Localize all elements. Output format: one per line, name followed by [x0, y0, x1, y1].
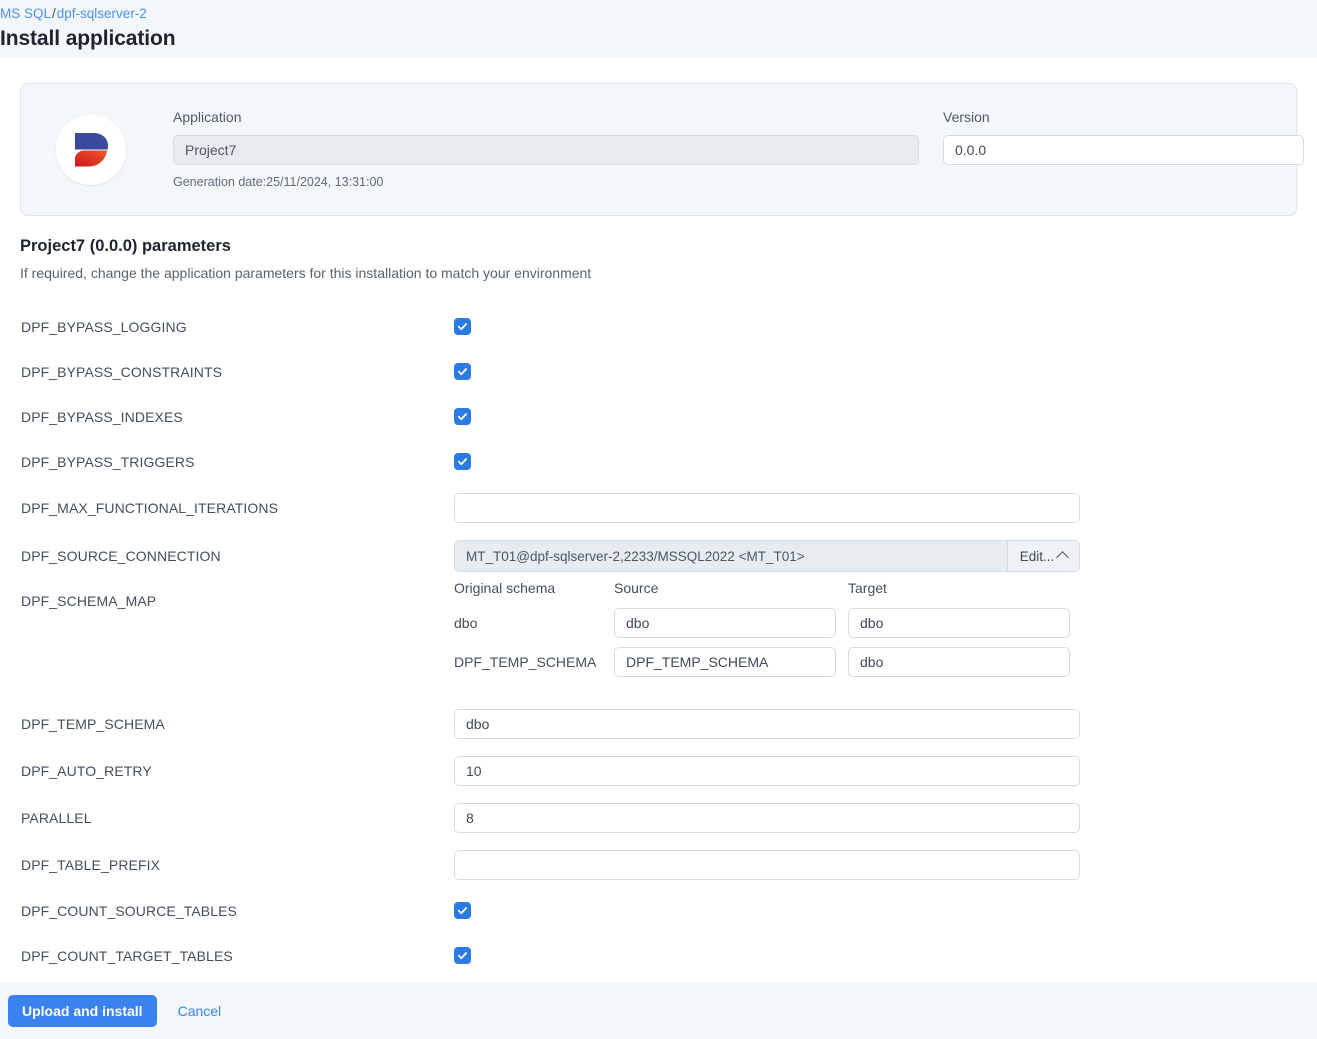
schema-map-original-value: DPF_TEMP_SCHEMA: [454, 654, 597, 670]
schema-map-target-input[interactable]: [848, 647, 1070, 677]
checkbox-dpf-bypass-constraints[interactable]: [454, 363, 471, 380]
parameter-control: [454, 708, 1317, 739]
schema-map-col-target: Target: [848, 580, 887, 596]
schema-map-col-source: Source: [614, 580, 659, 596]
parameter-list: DPF_BYPASS_LOGGING DPF_BYPASS_CONSTRAINT…: [0, 304, 1317, 978]
checkbox-dpf-count-source-tables[interactable]: [454, 902, 471, 919]
content-panel: Application Generation date:25/11/2024, …: [0, 58, 1317, 983]
parameter-label: DPF_AUTO_RETRY: [21, 762, 152, 779]
cancel-button[interactable]: Cancel: [178, 1003, 222, 1019]
footer-action-bar: Upload and install Cancel: [0, 983, 1317, 1039]
application-card: Application Generation date:25/11/2024, …: [20, 83, 1304, 216]
application-input: [173, 135, 919, 165]
parameter-row: DPF_AUTO_RETRY: [0, 747, 1317, 794]
application-label: Application: [173, 109, 242, 125]
generation-date: Generation date:25/11/2024, 13:31:00: [173, 175, 384, 189]
source-connection-value: MT_T01@dpf-sqlserver-2,2233/MSSQL2022 <M…: [455, 541, 1007, 571]
parameter-control: [454, 408, 1317, 425]
parameter-label: DPF_BYPASS_LOGGING: [21, 318, 187, 335]
parameter-label: DPF_MAX_FUNCTIONAL_ITERATIONS: [21, 500, 279, 516]
parameter-row: DPF_BYPASS_INDEXES: [0, 394, 1317, 439]
parameter-control: [454, 493, 1317, 523]
chevron-up-icon: [1056, 551, 1070, 564]
application-card-fields: Application Generation date:25/11/2024, …: [173, 109, 1304, 190]
schema-map-col-original: Original schema: [454, 580, 556, 596]
upload-and-install-button[interactable]: Upload and install: [8, 995, 157, 1027]
parameter-row: DPF_SOURCE_CONNECTION MT_T01@dpf-sqlserv…: [0, 532, 1317, 580]
parameter-row: DPF_MAX_FUNCTIONAL_ITERATIONS: [0, 484, 1317, 532]
schema-map-row: DPF_TEMP_SCHEMA: [454, 647, 1078, 677]
checkbox-dpf-bypass-logging[interactable]: [454, 318, 471, 335]
breadcrumb-link-current[interactable]: dpf-sqlserver-2: [57, 6, 147, 21]
schema-map-source-input[interactable]: [614, 647, 836, 677]
schema-map-row: dbo: [454, 608, 1078, 638]
parameter-row: DPF_COUNT_TARGET_TABLES: [0, 933, 1317, 978]
parameter-control: [454, 902, 1317, 919]
schema-map-source-cell: [614, 647, 848, 677]
schema-map-target-cell: [848, 647, 1078, 677]
parameter-control: [454, 755, 1317, 786]
schema-map-target-input[interactable]: [848, 608, 1070, 638]
parameter-control: [454, 453, 1317, 470]
breadcrumb-link-root[interactable]: MS SQL: [0, 6, 51, 21]
schema-map-source-input[interactable]: [614, 608, 836, 638]
page-title: Install application: [0, 27, 176, 50]
input-dpf-auto-retry[interactable]: [454, 755, 1080, 786]
parameter-row: PARALLEL: [0, 794, 1317, 841]
parameters-heading: Project7 (0.0.0) parameters If required,…: [20, 236, 1317, 282]
parameter-label: DPF_BYPASS_CONSTRAINTS: [21, 363, 223, 380]
parameter-label: DPF_SCHEMA_MAP: [21, 593, 157, 609]
schema-map-target-cell: [848, 608, 1078, 638]
parameters-subtitle: If required, change the application para…: [20, 265, 592, 281]
schema-map-source-cell: [614, 608, 848, 638]
input-dpf-max-functional-iterations[interactable]: [454, 493, 1080, 523]
checkbox-dpf-bypass-indexes[interactable]: [454, 408, 471, 425]
parameter-row: DPF_TEMP_SCHEMA: [0, 700, 1317, 747]
parameter-row: DPF_SCHEMA_MAP Original schema Source Ta…: [0, 580, 1317, 700]
source-connection-edit-button[interactable]: Edit...: [1007, 541, 1079, 571]
parameter-label: DPF_BYPASS_TRIGGERS: [21, 453, 195, 470]
parameter-label: DPF_SOURCE_CONNECTION: [21, 548, 221, 564]
parameter-control: [454, 363, 1317, 380]
parameter-label: DPF_COUNT_TARGET_TABLES: [21, 947, 233, 964]
input-dpf-temp-schema[interactable]: [454, 708, 1080, 739]
parameter-control: [454, 849, 1317, 880]
parameter-control: [454, 947, 1317, 964]
parameter-label: PARALLEL: [21, 809, 92, 826]
parameter-control: [454, 318, 1317, 335]
schema-map-original-value: dbo: [454, 615, 478, 631]
parameter-label: DPF_BYPASS_INDEXES: [21, 408, 183, 425]
parameter-row: DPF_TABLE_PREFIX: [0, 841, 1317, 888]
schema-map-header-row: Original schema Source Target: [454, 580, 1078, 597]
breadcrumb: MS SQL/dpf-sqlserver-2: [0, 2, 1317, 23]
parameter-row: DPF_COUNT_SOURCE_TABLES: [0, 888, 1317, 933]
input-dpf-table-prefix[interactable]: [454, 849, 1080, 880]
parameter-row: DPF_BYPASS_TRIGGERS: [0, 439, 1317, 484]
version-input[interactable]: [943, 135, 1304, 165]
parameter-label: DPF_TEMP_SCHEMA: [21, 715, 165, 732]
parameter-label: DPF_TABLE_PREFIX: [21, 856, 161, 873]
checkbox-dpf-count-target-tables[interactable]: [454, 947, 471, 964]
parameter-label: DPF_COUNT_SOURCE_TABLES: [21, 902, 237, 919]
version-field-block: Version: [943, 109, 1304, 165]
parameters-title: Project7 (0.0.0) parameters: [20, 237, 231, 255]
page-header: MS SQL/dpf-sqlserver-2 Install applicati…: [0, 0, 1317, 58]
source-connection-combo[interactable]: MT_T01@dpf-sqlserver-2,2233/MSSQL2022 <M…: [454, 540, 1080, 572]
parameter-control: Original schema Source Target dbo dbo db…: [454, 580, 1317, 686]
dpf-logo-icon: [56, 114, 126, 185]
version-label: Version: [943, 109, 990, 125]
schema-map-table: Original schema Source Target dbo dbo db…: [454, 580, 1078, 686]
checkbox-dpf-bypass-triggers[interactable]: [454, 453, 471, 470]
parameter-row: DPF_BYPASS_LOGGING: [0, 304, 1317, 349]
parameter-control: [454, 802, 1317, 833]
input-parallel[interactable]: [454, 802, 1080, 833]
parameter-row: DPF_BYPASS_CONSTRAINTS: [0, 349, 1317, 394]
source-connection-edit-label: Edit...: [1019, 548, 1055, 564]
application-field-block: Application Generation date:25/11/2024, …: [173, 109, 919, 190]
parameter-control: MT_T01@dpf-sqlserver-2,2233/MSSQL2022 <M…: [454, 540, 1317, 572]
